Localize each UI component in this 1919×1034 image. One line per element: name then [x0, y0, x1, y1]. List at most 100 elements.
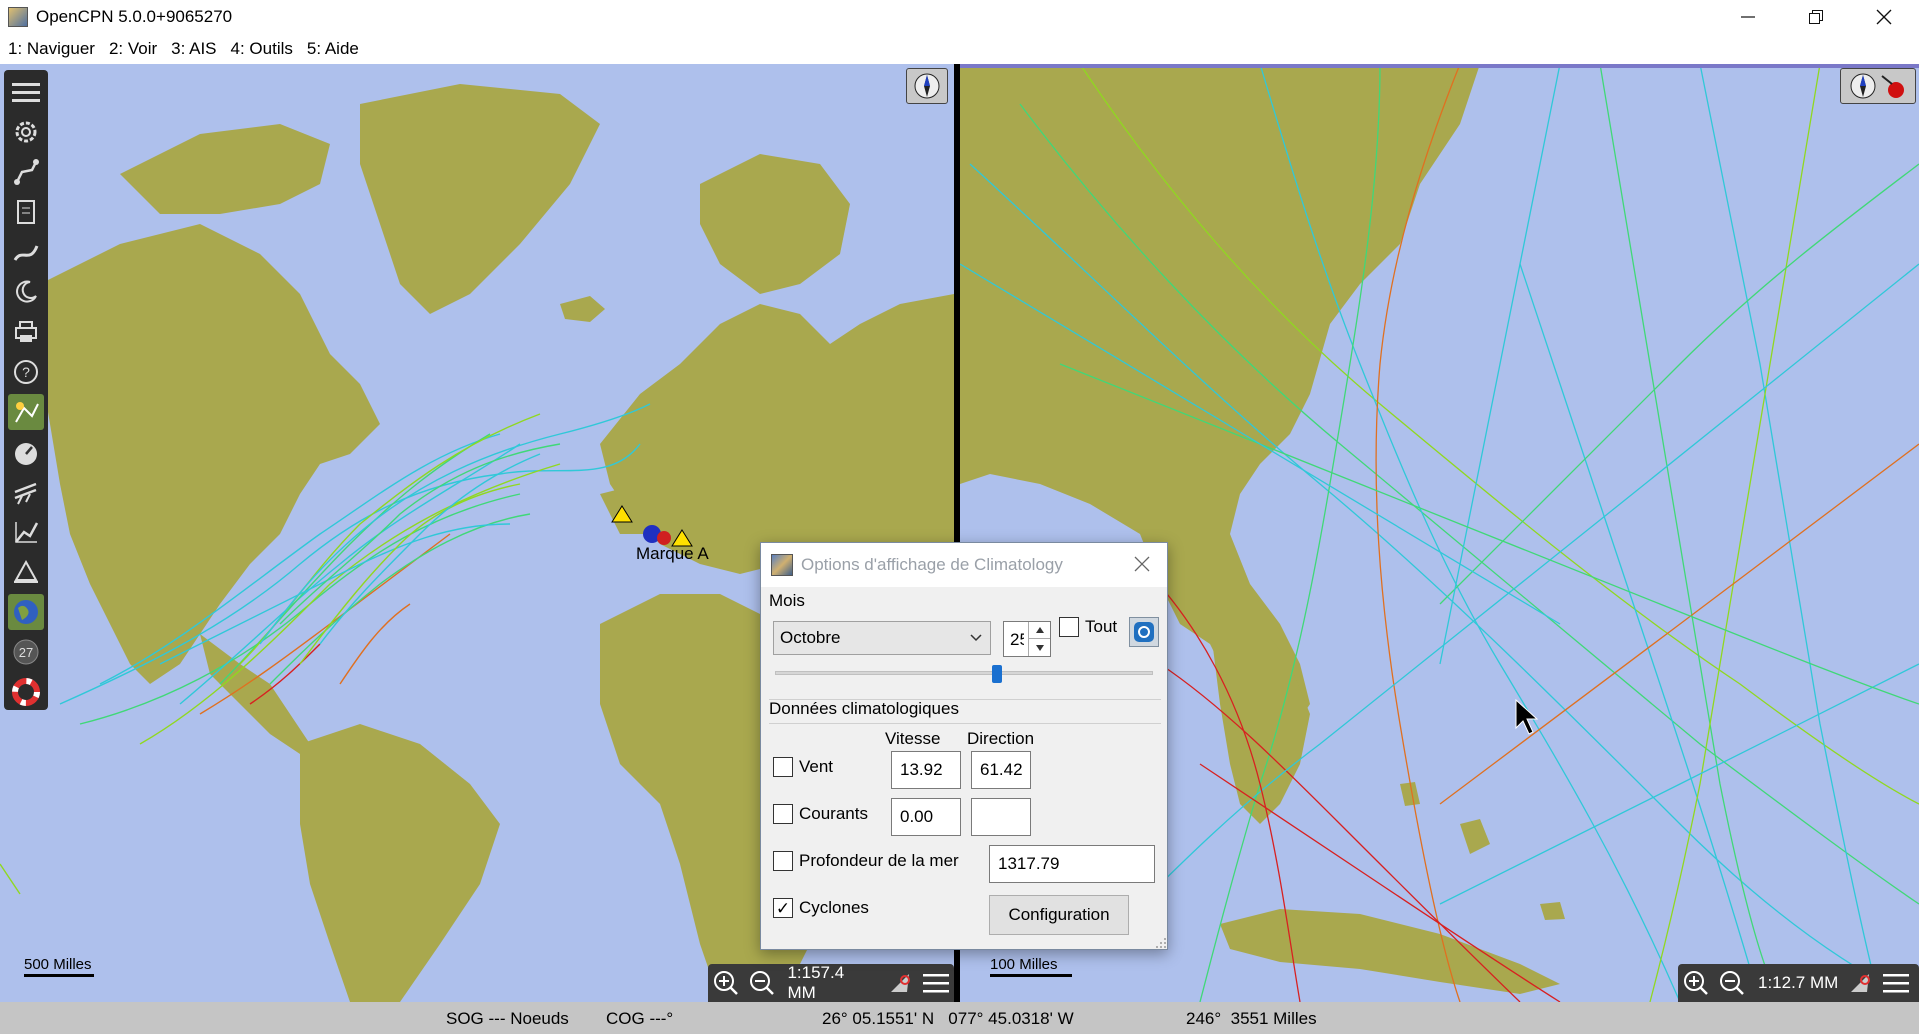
day-slider-track[interactable]: [775, 671, 1153, 675]
help-icon: ?: [14, 360, 38, 384]
menu-outils[interactable]: 4: Outils: [223, 39, 299, 59]
compass-icon: [1850, 73, 1876, 99]
wind-direction-field[interactable]: 61.42: [971, 751, 1031, 789]
spin-down-button[interactable]: [1028, 639, 1050, 656]
settings-button[interactable]: [8, 114, 44, 150]
menu-icon: [1883, 974, 1910, 993]
track-icon: [13, 245, 39, 261]
cursor-position-readout: 26° 05.1551' N 077° 45.0318' W: [822, 1009, 1074, 1028]
climatology-icon: [771, 554, 793, 576]
wind-speed-field[interactable]: 13.92: [891, 751, 961, 789]
weather-routing-button[interactable]: [8, 394, 44, 430]
all-checkbox[interactable]: [1059, 617, 1079, 637]
depth-field[interactable]: 1317.79: [989, 845, 1155, 883]
weather-icon: [15, 402, 39, 423]
hamburger-menu-button[interactable]: [1878, 965, 1914, 1001]
grib-icon: [14, 482, 37, 505]
compass-button[interactable]: [906, 68, 948, 104]
currents-speed-field[interactable]: 0.00: [891, 798, 961, 836]
menu-voir[interactable]: 2: Voir: [101, 39, 163, 59]
toolbar-menu-button[interactable]: [8, 74, 44, 110]
gear-icon: [15, 121, 37, 143]
refresh-icon: [1134, 622, 1154, 642]
dialog-title: Options d'affichage de Climatology: [801, 555, 1063, 574]
configuration-button[interactable]: Configuration: [989, 895, 1129, 935]
zoom-out-icon: [1720, 971, 1744, 995]
configuration-button-label: Configuration: [1008, 905, 1110, 924]
ship-icon[interactable]: [1842, 965, 1878, 1001]
zoom-in-icon: [1684, 971, 1708, 995]
route-button[interactable]: [8, 154, 44, 190]
routing-tool-button[interactable]: [8, 554, 44, 590]
day-spinner-value: 25: [1010, 630, 1024, 649]
zoom-level-label: 1:157.4 MM: [787, 963, 845, 1002]
menu-ais[interactable]: 3: AIS: [163, 39, 222, 59]
close-icon: [1134, 556, 1150, 572]
tide-icon: 27: [13, 639, 39, 665]
menu-icon: [923, 974, 950, 993]
climatology-button[interactable]: [8, 594, 44, 630]
currents-speed-value: 0.00: [900, 807, 934, 826]
currents-checkbox[interactable]: [773, 804, 793, 824]
resize-grip-icon[interactable]: [1155, 937, 1167, 949]
dashboard-button[interactable]: [8, 434, 44, 470]
depth-checkbox[interactable]: [773, 851, 793, 871]
plane-icon: [14, 559, 38, 583]
minimize-icon: [1741, 16, 1755, 18]
grib-button[interactable]: [8, 474, 44, 510]
plot-button[interactable]: [8, 514, 44, 550]
day-night-button[interactable]: [8, 274, 44, 310]
mark-label[interactable]: Marque A: [636, 544, 709, 564]
globe-icon: [14, 600, 38, 624]
zoom-in-button[interactable]: [708, 965, 744, 1001]
spin-up-button[interactable]: [1028, 622, 1050, 639]
scale-label: 100 Milles: [990, 956, 1058, 973]
triangle-down-icon: [1035, 644, 1044, 651]
gps-status-icon: [1881, 75, 1904, 98]
close-button[interactable]: [1850, 0, 1918, 34]
minimize-button[interactable]: [1714, 0, 1782, 34]
document-icon: [17, 200, 35, 224]
svg-text:?: ?: [22, 364, 30, 380]
zoom-out-icon: [749, 971, 774, 995]
currents-direction-field[interactable]: [971, 798, 1031, 836]
month-section-label: Mois: [769, 591, 805, 610]
chevron-down-icon: [970, 634, 982, 642]
bearing-distance-readout: 246° 3551 Milles: [1186, 1009, 1317, 1028]
zoom-level-label: 1:12.7 MM: [1758, 973, 1839, 992]
dialog-close-button[interactable]: [1127, 549, 1157, 579]
zoom-in-button[interactable]: [1678, 965, 1714, 1001]
day-slider-thumb[interactable]: [992, 665, 1003, 683]
compass-button-right[interactable]: [1840, 68, 1916, 104]
ship-icon[interactable]: [883, 965, 919, 1001]
month-select-value: Octobre: [780, 628, 841, 647]
restore-button[interactable]: [1782, 0, 1850, 34]
restore-icon: [1809, 10, 1823, 24]
menu-naviguer[interactable]: 1: Naviguer: [0, 39, 101, 59]
print-button[interactable]: [8, 314, 44, 350]
zoom-out-button[interactable]: [744, 965, 780, 1001]
zoom-out-button[interactable]: [1714, 965, 1750, 1001]
help-button[interactable]: ?: [8, 354, 44, 390]
cyclones-checkbox[interactable]: ✓: [773, 898, 793, 918]
depth-label: Profondeur de la mer: [799, 851, 959, 870]
route-manager-button[interactable]: [8, 194, 44, 230]
right-zoom-bar: 1:12.7 MM: [1678, 964, 1919, 1002]
app-icon: [8, 7, 28, 27]
play-button[interactable]: [1129, 617, 1159, 647]
cyclones-label: Cyclones: [799, 898, 869, 917]
hamburger-menu-button[interactable]: [918, 965, 954, 1001]
scale-line: [990, 974, 1072, 977]
day-spinner[interactable]: 25: [1003, 621, 1051, 657]
menu-aide[interactable]: 5: Aide: [299, 39, 365, 59]
wind-checkbox[interactable]: [773, 757, 793, 777]
cog-readout: COG ---°: [606, 1009, 674, 1028]
dialog-title-bar[interactable]: Options d'affichage de Climatology: [761, 543, 1167, 587]
window-title: OpenCPN 5.0.0+9065270: [36, 7, 233, 26]
mob-button[interactable]: [8, 674, 44, 710]
tide-button[interactable]: 27: [8, 634, 44, 670]
left-zoom-bar: 1:157.4 MM: [708, 963, 954, 1002]
print-icon: [15, 321, 37, 342]
track-button[interactable]: [8, 234, 44, 270]
month-select[interactable]: Octobre: [773, 621, 991, 655]
